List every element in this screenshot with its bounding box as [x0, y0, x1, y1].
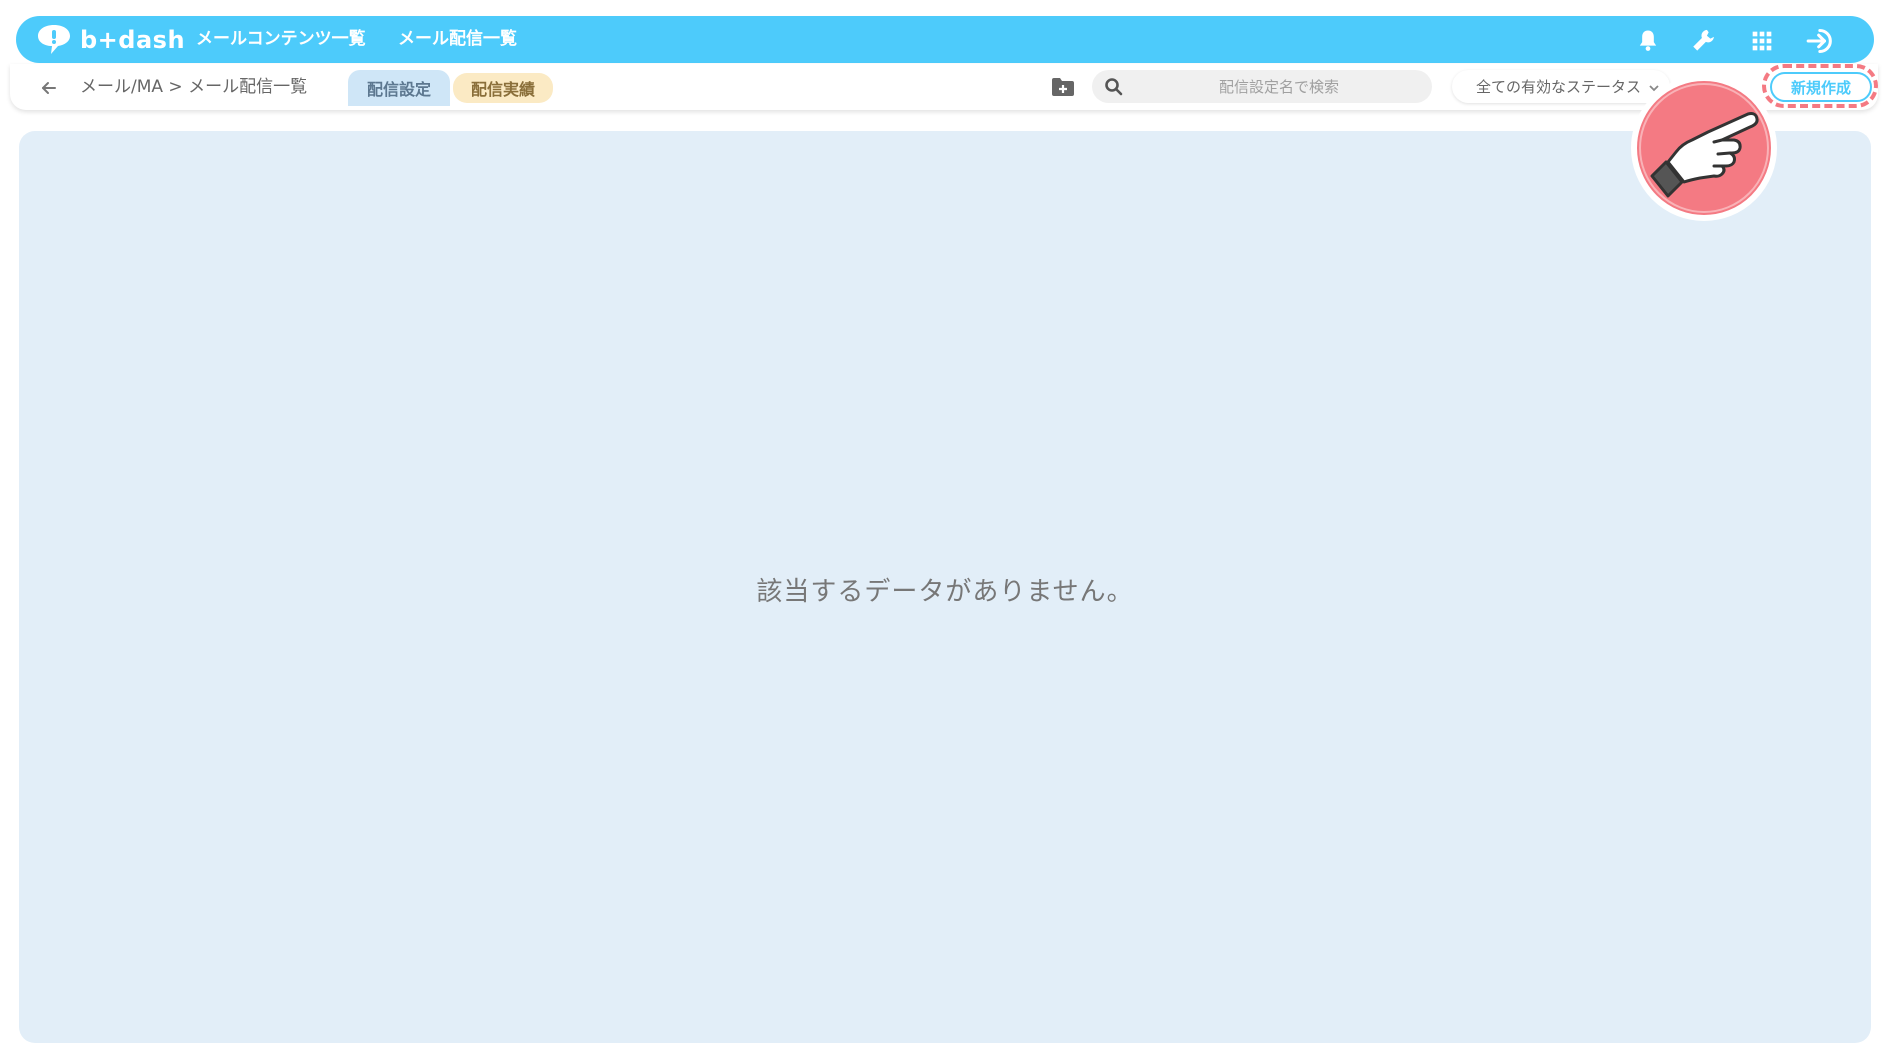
search-input[interactable]	[1134, 70, 1424, 103]
nav-mail-contents[interactable]: メールコンテンツ一覧	[196, 28, 366, 50]
logo-text: b+dash	[80, 26, 186, 54]
status-filter-value: 全ての有効なステータス	[1476, 78, 1642, 96]
top-header: b+dash メールコンテンツ一覧 メール配信一覧	[16, 16, 1874, 63]
wrench-icon[interactable]	[1690, 27, 1718, 55]
app-logo[interactable]: b+dash	[34, 22, 185, 58]
bell-icon[interactable]	[1634, 27, 1662, 55]
speech-bubble-logo-icon	[38, 25, 70, 54]
sub-header: メール/MA > メール配信一覧 配信設定 配信実績 全ての有効なステータス 新…	[10, 64, 1878, 110]
pointing-hand-icon	[1630, 74, 1778, 222]
tab-delivery-settings[interactable]: 配信設定	[348, 70, 450, 106]
back-arrow-icon[interactable]	[38, 77, 60, 99]
add-folder-icon[interactable]	[1050, 76, 1076, 98]
tab-delivery-results[interactable]: 配信実績	[453, 73, 553, 103]
new-create-button[interactable]: 新規作成	[1770, 72, 1872, 102]
search-box	[1092, 70, 1432, 103]
empty-state-message: 該当するデータがありません。	[756, 577, 1134, 607]
breadcrumb: メール/MA > メール配信一覧	[80, 77, 308, 97]
nav-mail-delivery[interactable]: メール配信一覧	[398, 28, 517, 50]
search-icon	[1104, 77, 1124, 97]
grid-apps-icon[interactable]	[1748, 27, 1776, 55]
delivery-list-area: 該当するデータがありません。	[19, 131, 1871, 1043]
logout-icon[interactable]	[1804, 27, 1838, 55]
